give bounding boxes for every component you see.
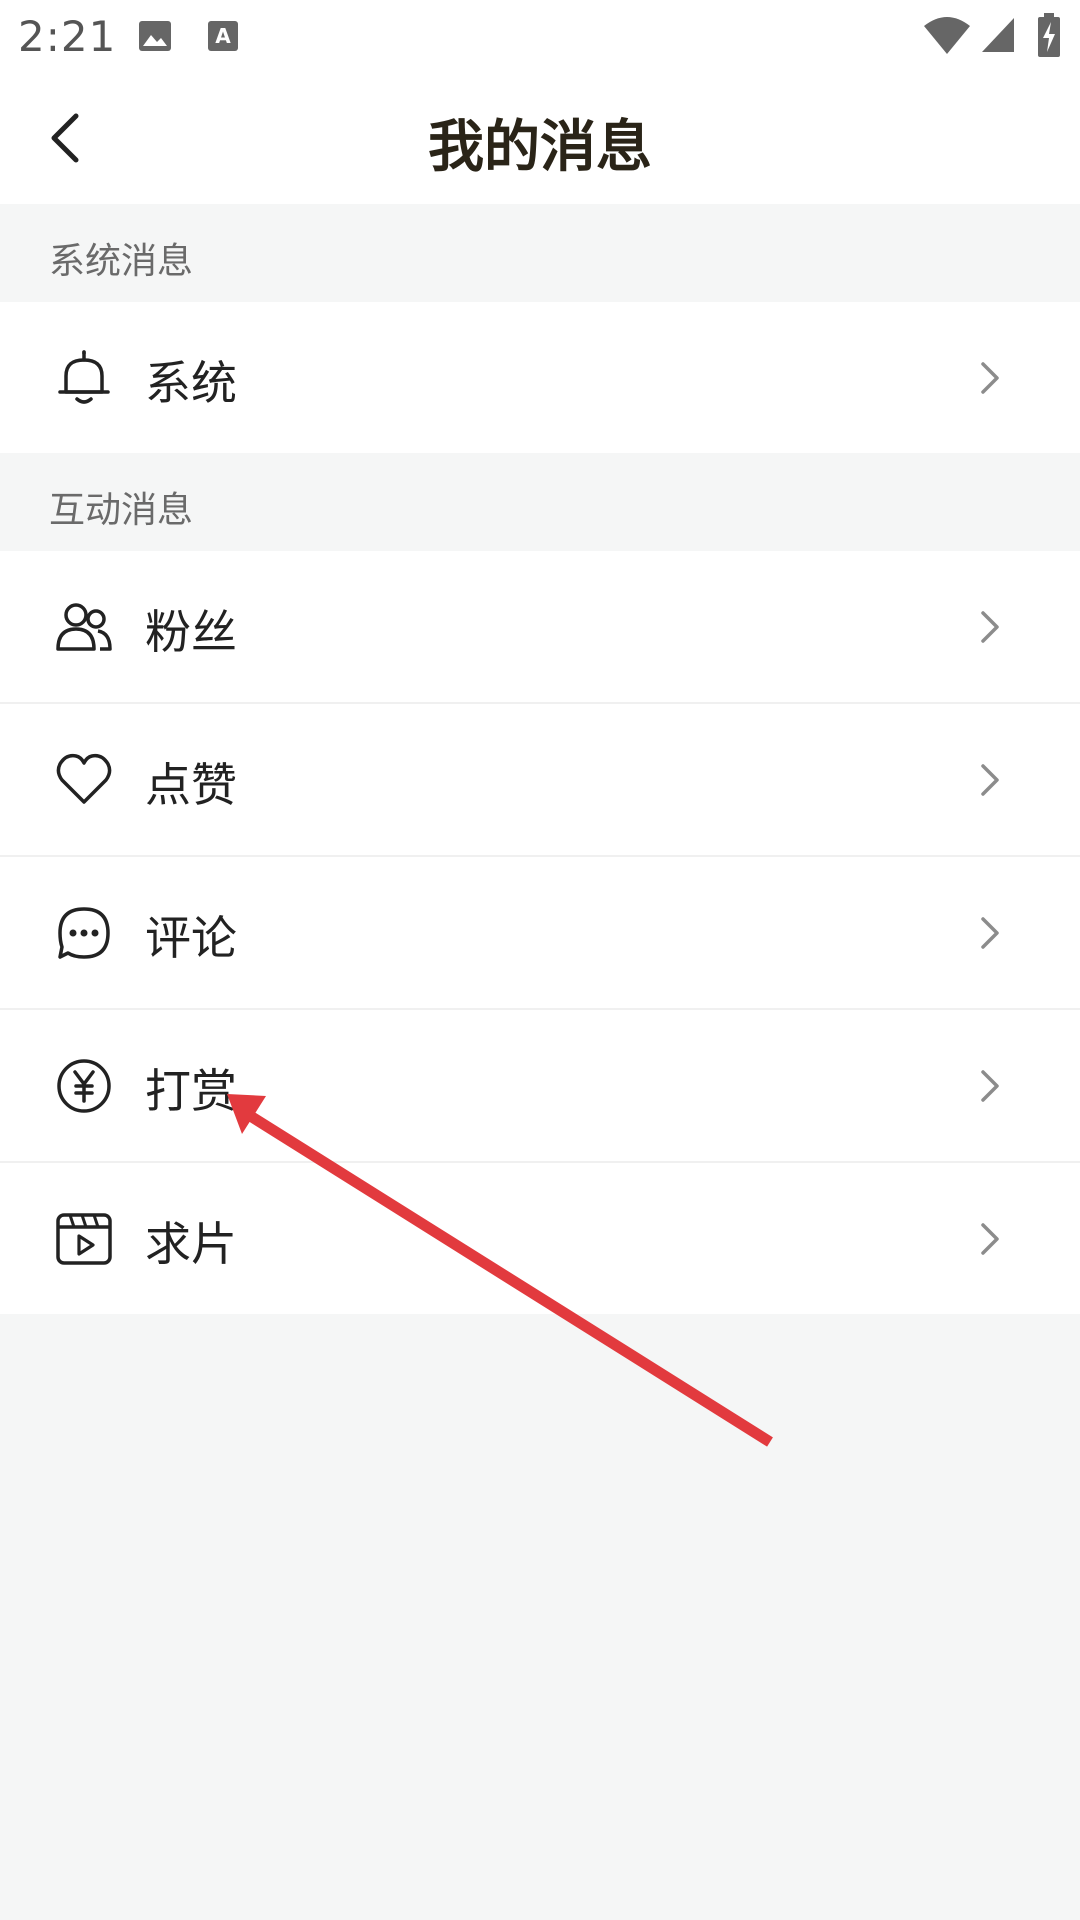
bell-icon: [58, 350, 110, 404]
text-a-icon: A: [208, 21, 238, 51]
list-item-rewards[interactable]: 打赏: [0, 1010, 1080, 1163]
section-label: 系统消息: [49, 241, 194, 282]
item-label: 点赞: [145, 758, 237, 812]
comment-icon: [58, 907, 110, 959]
list-item-fans[interactable]: 粉丝: [0, 551, 1080, 704]
status-bar: 2:21 A: [0, 0, 1080, 72]
chevron-right-icon: [981, 917, 999, 949]
header: 我的消息: [0, 72, 1080, 204]
section-header-interaction: 互动消息: [0, 453, 1080, 551]
chevron-right-icon: [981, 362, 999, 394]
chevron-right-icon: [981, 1070, 999, 1102]
chevron-right-icon: [981, 611, 999, 643]
list-item-requests[interactable]: 求片: [0, 1163, 1080, 1314]
item-label: 求片: [145, 1217, 237, 1271]
image-icon: [139, 21, 171, 51]
section-header-system: 系统消息: [0, 204, 1080, 302]
fans-icon: [56, 603, 112, 651]
list-item-comments[interactable]: 评论: [0, 857, 1080, 1010]
wifi-icon: [924, 17, 970, 54]
list-item-system[interactable]: 系统: [0, 302, 1080, 453]
svg-text:A: A: [215, 24, 231, 48]
yuan-icon: [57, 1059, 111, 1113]
list-item-likes[interactable]: 点赞: [0, 704, 1080, 857]
video-request-icon: [56, 1213, 112, 1265]
section-label: 互动消息: [49, 490, 194, 531]
status-time: 2:21: [18, 12, 117, 61]
item-label: 粉丝: [145, 605, 237, 659]
chevron-right-icon: [981, 764, 999, 796]
signal-icon: [982, 18, 1014, 52]
item-label: 打赏: [145, 1064, 237, 1118]
page-title: 我的消息: [428, 115, 652, 180]
item-label: 系统: [145, 356, 237, 410]
heart-icon: [56, 753, 112, 804]
battery-charging-icon: [1038, 13, 1060, 57]
chevron-right-icon: [981, 1223, 999, 1255]
item-label: 评论: [145, 911, 237, 965]
